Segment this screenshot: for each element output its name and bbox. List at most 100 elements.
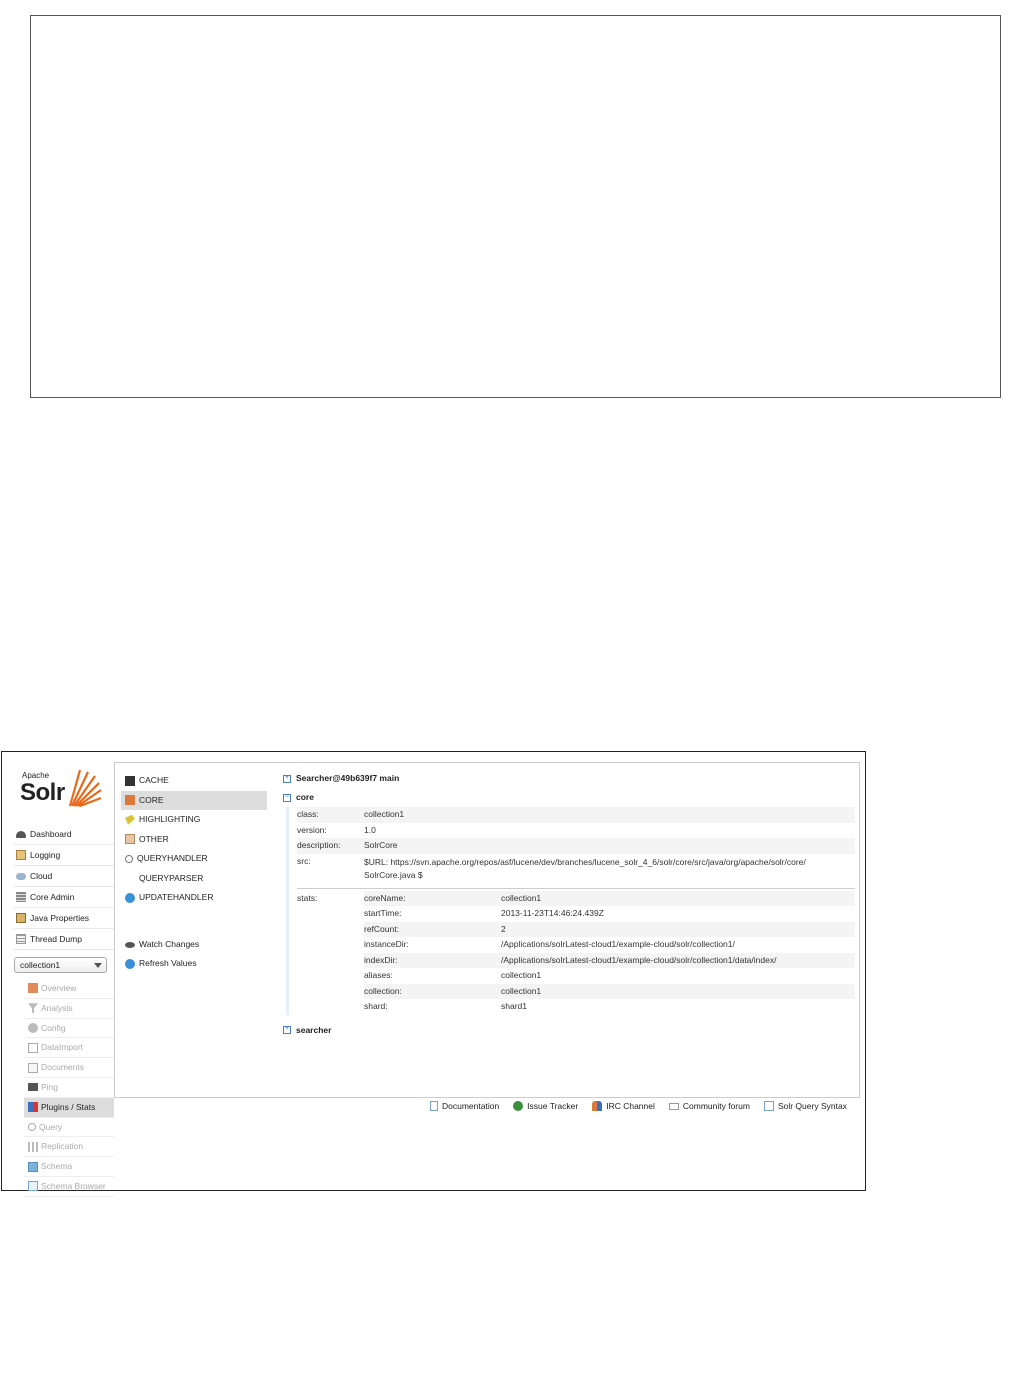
refresh-values-button[interactable]: Refresh Values bbox=[125, 954, 199, 973]
box-icon bbox=[125, 834, 135, 845]
stats-table: coreName: collection1 startTime: 2013-11-2… bbox=[364, 890, 855, 1015]
plugin-cat-queryhandler[interactable]: QUERYHANDLER bbox=[121, 849, 267, 869]
thread-dump-icon bbox=[16, 934, 26, 944]
plugin-cat-label: QUERYHANDLER bbox=[137, 853, 208, 863]
documents-icon bbox=[28, 1062, 38, 1073]
stat-key: collection: bbox=[364, 985, 402, 996]
plugin-cat-label: QUERYPARSER bbox=[139, 872, 204, 883]
plugin-category-nav: CACHE CORE HIGHLIGHTING OTHER QUERYHANDL… bbox=[121, 771, 267, 908]
table-row: startTime: 2013-11-23T14:46:24.439Z bbox=[364, 906, 855, 922]
table-row: coreName: collection1 bbox=[364, 890, 855, 906]
searcher-header[interactable]: + searcher bbox=[283, 1021, 855, 1040]
prop-value: $URL: https://svn.apache.org/repos/asf/l… bbox=[364, 854, 855, 884]
community-forum-label: Community forum bbox=[682, 1101, 750, 1111]
nav-label: Dashboard bbox=[30, 829, 72, 839]
issue-tracker-link[interactable]: Issue Tracker bbox=[513, 1101, 578, 1111]
table-row: instanceDir: /Applications/solrLatest-clo… bbox=[364, 937, 855, 953]
nav-label: Thread Dump bbox=[30, 934, 82, 944]
stat-value: 2013-11-23T14:46:24.439Z bbox=[501, 908, 604, 918]
expand-icon: + bbox=[283, 1026, 291, 1034]
replication-icon bbox=[28, 1141, 38, 1152]
watch-changes-label: Watch Changes bbox=[139, 939, 200, 949]
nav-cloud[interactable]: Cloud bbox=[14, 866, 114, 887]
logging-icon bbox=[16, 850, 26, 860]
plugin-detail: + Searcher@49b639f7 main − core class: co… bbox=[283, 769, 855, 1040]
table-row: class: collection1 bbox=[297, 807, 855, 823]
highlighter-icon bbox=[125, 814, 135, 825]
searcher-title: searcher bbox=[296, 1024, 332, 1035]
plugin-cat-other[interactable]: OTHER bbox=[121, 830, 267, 850]
searcher-main-header[interactable]: + Searcher@49b639f7 main bbox=[283, 769, 855, 788]
import-icon bbox=[28, 1042, 38, 1053]
plugin-cat-updatehandler[interactable]: UPDATEHANDLER bbox=[121, 888, 267, 908]
table-row: aliases: collection1 bbox=[364, 968, 855, 984]
nav-label: Java Properties bbox=[30, 913, 90, 923]
core-menu: Overview Analysis Config DataImport Docu… bbox=[24, 979, 114, 1197]
collapse-icon: − bbox=[283, 793, 291, 802]
nav-core-admin[interactable]: Core Admin bbox=[14, 887, 114, 908]
watch-changes-button[interactable]: Watch Changes bbox=[125, 935, 199, 954]
core-menu-label: Config bbox=[41, 1022, 66, 1033]
plugin-cat-core[interactable]: CORE bbox=[121, 790, 267, 810]
table-row: refCount: 2 bbox=[364, 921, 855, 937]
nav-java-properties[interactable]: Java Properties bbox=[14, 908, 114, 929]
schema-browser-icon bbox=[28, 1181, 38, 1192]
core-menu-label: Ping bbox=[41, 1081, 59, 1092]
core-menu-schema-browser[interactable]: Schema Browser bbox=[24, 1177, 114, 1197]
plugin-cat-queryparser[interactable]: QUERYPARSER bbox=[121, 869, 267, 889]
chevron-down-icon bbox=[94, 963, 102, 968]
stat-key: shard: bbox=[364, 1001, 388, 1011]
irc-channel-link[interactable]: IRC Channel bbox=[592, 1101, 655, 1111]
core-menu-documents[interactable]: Documents bbox=[24, 1058, 114, 1078]
update-icon bbox=[125, 892, 135, 903]
table-row: indexDir: /Applications/solrLatest-cloud1… bbox=[364, 952, 855, 968]
refresh-icon bbox=[125, 958, 135, 969]
solr-logo[interactable]: Apache Solr bbox=[20, 768, 110, 814]
core-menu-plugins-stats[interactable]: Plugins / Stats bbox=[24, 1097, 114, 1118]
stat-key: aliases: bbox=[364, 970, 393, 980]
core-header[interactable]: − core bbox=[283, 788, 855, 807]
plugins-icon bbox=[28, 1102, 38, 1113]
nav-logging[interactable]: Logging bbox=[14, 845, 114, 866]
core-menu-ping[interactable]: Ping bbox=[24, 1078, 114, 1098]
plugin-cat-label: CORE bbox=[139, 794, 164, 805]
table-row: collection: collection1 bbox=[364, 983, 855, 999]
stat-key: coreName: bbox=[364, 892, 406, 903]
stat-value: 2 bbox=[501, 923, 506, 934]
plugin-cat-label: HIGHLIGHTING bbox=[139, 814, 201, 824]
core-menu-query[interactable]: Query bbox=[24, 1118, 114, 1138]
core-menu-overview[interactable]: Overview bbox=[24, 979, 114, 999]
core-menu-analysis[interactable]: Analysis bbox=[24, 999, 114, 1019]
core-menu-label: Schema bbox=[41, 1161, 73, 1172]
irc-channel-label: IRC Channel bbox=[606, 1101, 655, 1111]
funnel-icon bbox=[28, 1003, 38, 1014]
documentation-label: Documentation bbox=[442, 1101, 500, 1111]
core-menu-label: Overview bbox=[41, 983, 77, 993]
prop-key: version: bbox=[297, 824, 327, 835]
stat-value: collection1 bbox=[501, 892, 542, 903]
java-properties-icon bbox=[16, 913, 26, 923]
core-menu-dataimport[interactable]: DataImport bbox=[24, 1038, 114, 1059]
core-menu-replication[interactable]: Replication bbox=[24, 1137, 114, 1158]
solr-query-syntax-link[interactable]: Solr Query Syntax bbox=[763, 1101, 847, 1111]
mail-icon bbox=[668, 1102, 679, 1110]
documentation-link[interactable]: Documentation bbox=[430, 1101, 499, 1111]
core-menu-config[interactable]: Config bbox=[24, 1019, 114, 1039]
core-menu-schema[interactable]: Schema bbox=[24, 1157, 114, 1177]
stat-key: refCount: bbox=[364, 923, 399, 934]
plugin-cat-highlighting[interactable]: HIGHLIGHTING bbox=[121, 810, 267, 830]
refresh-values-label: Refresh Values bbox=[139, 958, 197, 968]
nav-thread-dump[interactable]: Thread Dump bbox=[14, 929, 114, 950]
nav-dashboard[interactable]: Dashboard bbox=[14, 824, 114, 845]
core-selector-value: collection1 bbox=[20, 960, 61, 970]
core-title: core bbox=[296, 792, 314, 802]
community-forum-link[interactable]: Community forum bbox=[668, 1101, 750, 1111]
plugin-cat-cache[interactable]: CACHE bbox=[121, 771, 267, 791]
table-row: shard: shard1 bbox=[364, 999, 855, 1015]
floppy-icon bbox=[125, 775, 135, 786]
core-selector[interactable]: collection1 bbox=[14, 957, 107, 973]
sun-icon bbox=[68, 769, 102, 808]
eye-icon bbox=[125, 941, 135, 948]
stat-value: collection1 bbox=[501, 970, 542, 980]
core-props-table: class: collection1 version: 1.0 descriptio… bbox=[297, 807, 855, 884]
